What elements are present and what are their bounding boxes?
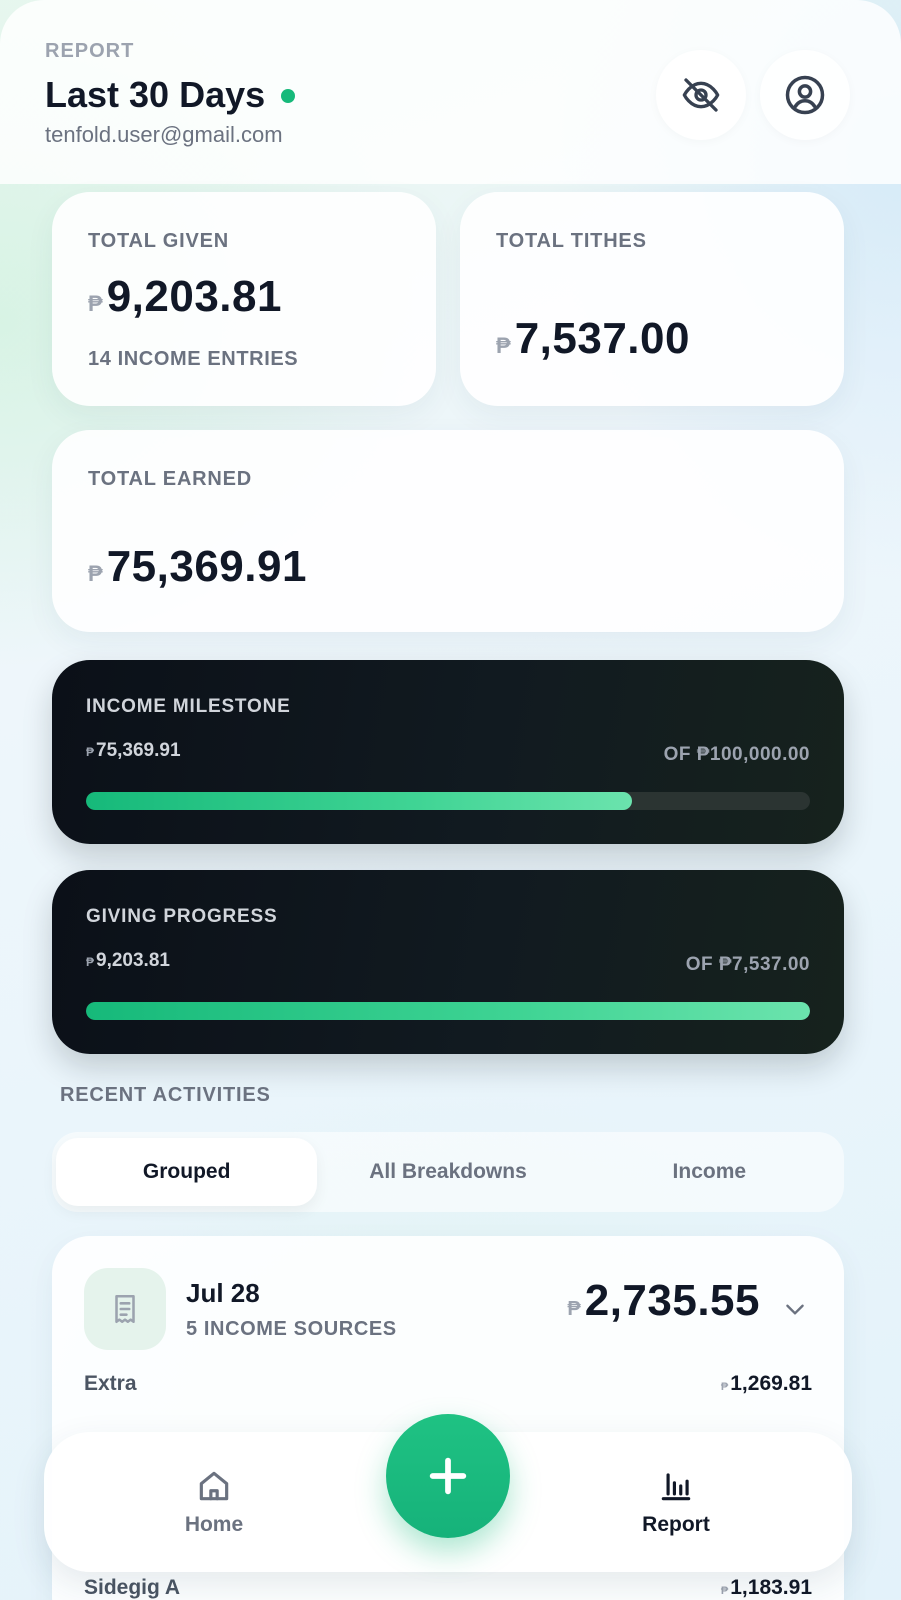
line-item-amount: ₱1,183.91 [721,1576,812,1600]
report-header: REPORT Last 30 Days tenfold.user@gmail.c… [0,0,901,184]
income-milestone-current: ₱ 75,369.91 [86,740,181,762]
giving-progress-target: OF ₱7,537.00 [685,954,810,975]
total-given-value: 9,203.81 [106,272,282,321]
total-earned-card: TOTAL EARNED ₱ 75,369.91 [52,430,844,632]
total-tithes-label: TOTAL TITHES [496,230,647,252]
add-entry-button[interactable] [386,1414,510,1538]
total-tithes-value: 7,537.00 [514,314,690,363]
giving-progress-label: GIVING PROGRESS [86,906,278,927]
giving-progress-current: ₱ 9,203.81 [86,950,170,972]
line-item-value: 1,269.81 [730,1372,812,1395]
currency-symbol: ₱ [720,1381,729,1393]
status-dot [281,89,296,103]
tab-income[interactable]: Income [579,1138,840,1206]
currency-symbol: ₱ [86,745,95,759]
total-given-label: TOTAL GIVEN [88,230,230,252]
header-eyebrow: REPORT [45,40,135,62]
receipt-icon [115,1294,135,1324]
recent-activities-title: RECENT ACTIVITIES [60,1084,271,1106]
user-circle-icon [785,75,825,115]
line-item-name: Extra [84,1372,137,1395]
giving-progress-fill [86,1002,810,1020]
total-tithes-card: TOTAL TITHES ₱ 7,537.00 [460,192,844,406]
total-earned-label: TOTAL EARNED [88,468,253,490]
group-total-amount: ₱ 2,735.55 [567,1276,760,1326]
tab-all-breakdowns[interactable]: All Breakdowns [317,1138,578,1206]
group-income-sources: 5 INCOME SOURCES [186,1318,397,1340]
list-item: Sidegig A ₱1,183.91 [84,1576,812,1600]
total-tithes-amount: ₱ 7,537.00 [496,314,690,364]
nav-home[interactable]: Home [124,1432,304,1572]
nav-report[interactable]: Report [536,1450,816,1554]
header-title-row: Last 30 Days [45,74,296,116]
income-milestone-card: INCOME MILESTONE ₱ 75,369.91 OF ₱100,000.… [52,660,844,844]
income-milestone-target: OF ₱100,000.00 [663,744,810,765]
currency-symbol: ₱ [496,333,511,358]
page-title: Last 30 Days [45,74,266,115]
nav-report-label: Report [642,1513,710,1536]
user-email: tenfold.user@gmail.com [45,122,283,147]
currency-symbol: ₱ [720,1585,729,1597]
tab-grouped[interactable]: Grouped [56,1138,318,1206]
eye-off-icon [682,78,720,112]
giving-progress-track [86,1002,810,1020]
plus-icon [429,1457,467,1495]
currency-symbol: ₱ [88,291,103,316]
list-item: Extra ₱1,269.81 [84,1372,812,1396]
group-date: Jul 28 [186,1278,260,1308]
line-item-value: 1,183.91 [730,1576,812,1599]
total-earned-amount: ₱ 75,369.91 [88,542,307,592]
nav-home-label: Home [184,1513,244,1536]
currency-symbol: ₱ [88,561,103,586]
line-item-amount: ₱1,269.81 [721,1372,812,1396]
income-progress-fill [86,792,632,810]
income-milestone-value: 75,369.91 [96,740,181,761]
receipt-icon-badge [84,1268,166,1350]
total-given-amount: ₱ 9,203.81 [88,272,282,322]
income-milestone-label: INCOME MILESTONE [86,696,291,717]
income-entries-count: 14 INCOME ENTRIES [88,348,299,370]
chevron-down-icon[interactable] [782,1296,808,1322]
activity-view-tabs: Grouped All Breakdowns Income [52,1132,844,1212]
total-earned-value: 75,369.91 [106,542,307,591]
income-progress-track [86,792,810,810]
group-total-value: 2,735.55 [584,1276,760,1325]
total-given-card: TOTAL GIVEN ₱ 9,203.81 14 INCOME ENTRIES [52,192,436,406]
currency-symbol: ₱ [567,1298,581,1320]
hide-values-button[interactable] [656,50,746,140]
giving-progress-value: 9,203.81 [96,950,170,971]
giving-progress-card: GIVING PROGRESS ₱ 9,203.81 OF ₱7,537.00 [52,870,844,1054]
profile-button[interactable] [760,50,850,140]
home-icon [199,1471,229,1501]
line-item-name: Sidegig A [84,1576,181,1599]
currency-symbol: ₱ [86,955,95,969]
bar-chart-icon [661,1473,691,1501]
